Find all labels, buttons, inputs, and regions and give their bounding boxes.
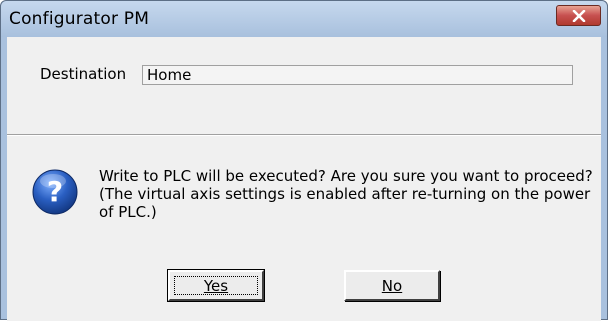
- window-title: Configurator PM: [9, 9, 150, 29]
- question-icon: ?: [32, 169, 78, 215]
- yes-button-label: Yes: [203, 276, 229, 295]
- message-line-1: Write to PLC will be executed? Are you s…: [99, 167, 593, 185]
- close-button[interactable]: [556, 5, 601, 26]
- divider: [7, 134, 601, 136]
- destination-field: Home: [142, 65, 573, 85]
- no-button[interactable]: No: [344, 270, 440, 301]
- destination-label: Destination: [40, 65, 127, 83]
- yes-button[interactable]: Yes: [167, 269, 265, 302]
- close-icon: [572, 9, 585, 22]
- dialog-window: Configurator PM Destination Home ? Write…: [0, 0, 608, 321]
- title-bar[interactable]: Configurator PM: [1, 1, 607, 37]
- message-line-2: (The virtual axis settings is enabled af…: [99, 185, 591, 221]
- svg-text:?: ?: [47, 175, 63, 208]
- no-button-label: No: [381, 276, 403, 295]
- dialog-body: Destination Home ? Write to PLC will be …: [7, 37, 601, 321]
- message-text: Write to PLC will be executed? Are you s…: [99, 167, 594, 221]
